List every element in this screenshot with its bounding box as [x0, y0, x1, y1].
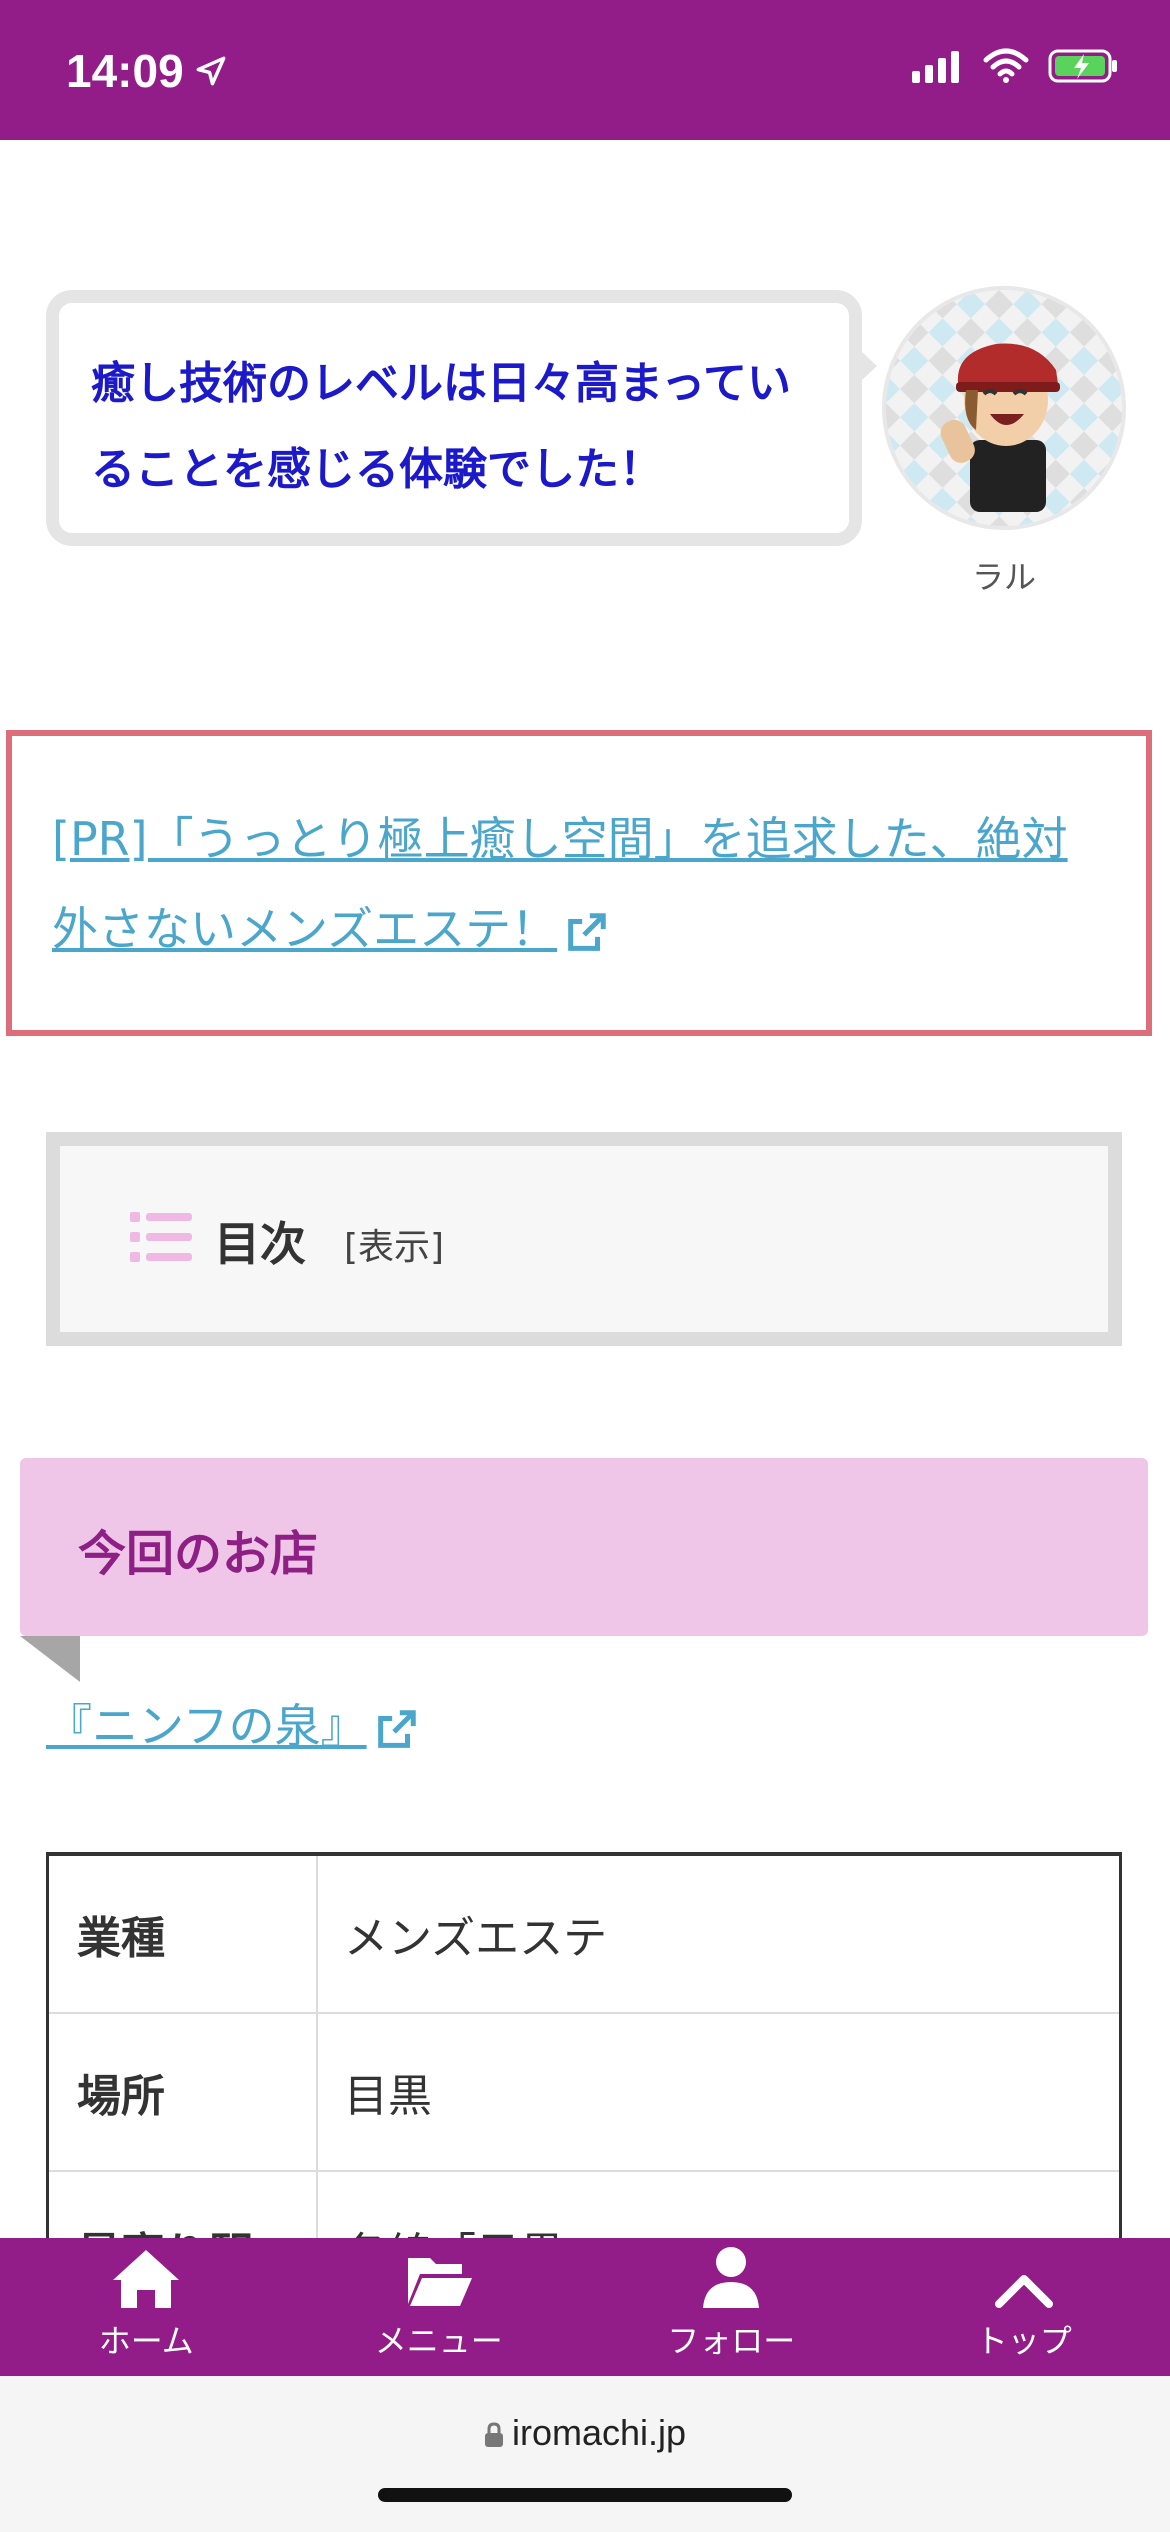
- home-indicator: [378, 2488, 792, 2502]
- table-value-cell: 各線「目黒」: [316, 2170, 1122, 2238]
- section-heading-title: 今回のお店: [78, 1526, 319, 1582]
- nav-item-label: メニュー: [374, 2322, 503, 2360]
- url-text[interactable]: iromachi.jp: [512, 2412, 686, 2453]
- section-heading: 今回のお店: [20, 1458, 1148, 1636]
- browser-address-bar[interactable]: iromachi.jp: [0, 2376, 1170, 2532]
- cellular-signal-icon: [912, 51, 959, 83]
- table-value-cell: 目黒: [316, 2012, 1122, 2172]
- table-row: 場所 目黒: [46, 2012, 1122, 2172]
- table-of-contents: 目次 [表示]: [46, 1132, 1122, 1346]
- bottom-navigation: ホーム メニュー フォロー トップ: [0, 2238, 1170, 2376]
- location-arrow-icon: [196, 56, 226, 86]
- home-icon: [113, 2250, 180, 2308]
- nav-item-label: トップ: [975, 2322, 1072, 2360]
- nav-item-top[interactable]: トップ: [878, 2238, 1170, 2376]
- user-icon: [703, 2247, 760, 2308]
- shop-link[interactable]: 『ニンフの泉』: [46, 1690, 419, 1756]
- battery-charging-icon: [1048, 49, 1117, 83]
- shop-info-table: 業種 メンズエステ 場所 目黒 最寄り駅 各線「目黒」: [46, 1852, 1122, 2238]
- avatar-character-icon: [886, 290, 1122, 526]
- chevron-up-icon: [994, 2275, 1053, 2308]
- speech-bubble: 癒し技術のレベルは日々高まっていることを感じる体験でした！: [46, 290, 862, 546]
- pr-box: [PR]「うっとり極上癒し空間」を追求した、絶対外さないメンズエステ！: [6, 730, 1152, 1036]
- nav-item-label: フォロー: [667, 2322, 796, 2360]
- status-time: 14:09: [66, 44, 228, 98]
- status-bar: 14:09: [0, 0, 1170, 140]
- table-header-cell: 最寄り駅: [46, 2170, 318, 2238]
- table-value-cell: メンズエステ: [316, 1853, 1122, 2014]
- toc-toggle[interactable]: [表示]: [344, 1218, 444, 1270]
- pr-link[interactable]: [PR]「うっとり極上癒し空間」を追求した、絶対外さないメンズエステ！: [52, 794, 1112, 974]
- table-row: 業種 メンズエステ: [46, 1853, 1122, 2014]
- table-row: 最寄り駅 各線「目黒」: [46, 2170, 1122, 2238]
- list-icon: [130, 1212, 192, 1262]
- speech-bubble-tail: [849, 340, 877, 392]
- table-header-cell: 業種: [46, 1853, 318, 2014]
- nav-item-follow[interactable]: フォロー: [585, 2238, 878, 2376]
- nav-item-label: ホーム: [98, 2322, 194, 2360]
- speech-bubble-text: 癒し技術のレベルは日々高まっていることを感じる体験でした！: [91, 358, 792, 495]
- nav-item-home[interactable]: ホーム: [0, 2238, 293, 2376]
- toc-title: 目次: [214, 1217, 306, 1271]
- shop-link-text[interactable]: 『ニンフの泉』: [46, 1699, 367, 1753]
- external-link-icon: [568, 912, 606, 951]
- section-heading-fold: [20, 1636, 80, 1682]
- avatar-name: ラル: [971, 558, 1036, 596]
- table-header-cell: 場所: [46, 2012, 318, 2172]
- avatar: [882, 286, 1126, 530]
- address-display[interactable]: iromachi.jp: [0, 2412, 1170, 2454]
- folder-open-icon: [407, 2258, 472, 2306]
- nav-item-menu[interactable]: メニュー: [293, 2238, 586, 2376]
- time-text: 14:09: [66, 45, 184, 97]
- wifi-icon: [983, 48, 1029, 83]
- pr-link-text[interactable]: [PR]「うっとり極上癒し空間」を追求した、絶対外さないメンズエステ！: [52, 812, 1068, 956]
- lock-icon: [484, 2422, 503, 2447]
- page-content: 癒し技術のレベルは日々高まっていることを感じる体験でした！ ラル [PR]「うっ…: [0, 140, 1170, 2238]
- external-link-icon: [377, 1709, 416, 1748]
- speech-bubble-block: 癒し技術のレベルは日々高まっていることを感じる体験でした！ ラル: [46, 286, 1126, 690]
